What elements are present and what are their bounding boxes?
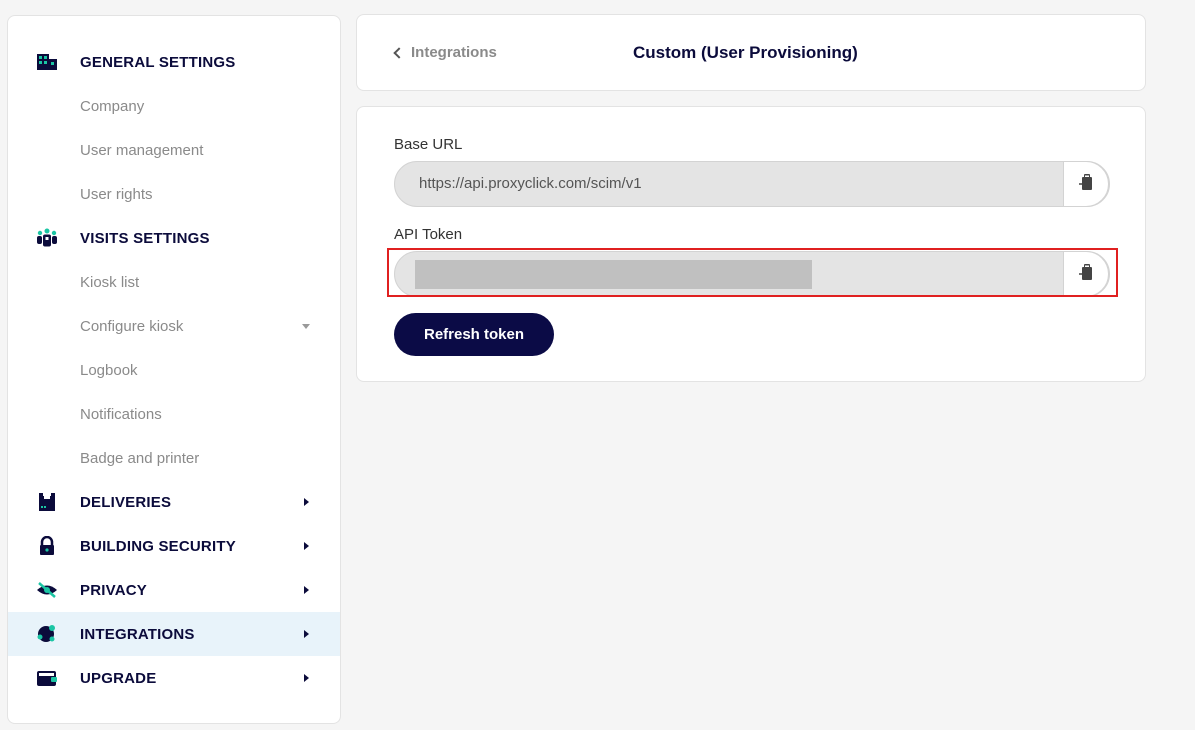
chevron-right-icon xyxy=(304,630,309,638)
sidebar-item-label: Kiosk list xyxy=(80,273,140,291)
sidebar-item-label: Company xyxy=(80,97,145,115)
sidebar-item-label: User management xyxy=(80,141,204,159)
sidebar-item-notifications[interactable]: Notifications xyxy=(8,392,340,436)
refresh-token-button[interactable]: Refresh token xyxy=(394,313,554,356)
highlight-box xyxy=(387,248,1118,297)
sidebar-item-privacy[interactable]: PRIVACY xyxy=(8,568,340,612)
sidebar-item-label: INTEGRATIONS xyxy=(80,625,195,643)
sidebar-item-general-settings[interactable]: GENERAL SETTINGS xyxy=(8,40,340,84)
sidebar-item-company[interactable]: Company xyxy=(8,84,340,128)
puzzle-icon xyxy=(36,623,58,645)
sidebar-item-label: User rights xyxy=(80,185,153,203)
chevron-right-icon xyxy=(304,498,309,506)
sidebar-item-kiosk-list[interactable]: Kiosk list xyxy=(8,260,340,304)
eye-slash-icon xyxy=(36,579,58,601)
wallet-icon xyxy=(36,667,58,689)
sidebar-item-integrations[interactable]: INTEGRATIONS xyxy=(8,612,340,656)
sidebar-item-configure-kiosk[interactable]: Configure kiosk xyxy=(8,304,340,348)
building-icon xyxy=(36,51,58,73)
base-url-label: Base URL xyxy=(394,136,463,153)
copy-base-url-button[interactable] xyxy=(1063,161,1109,207)
base-url-value: https://api.proxyclick.com/scim/v1 xyxy=(419,175,642,192)
sidebar-item-label: UPGRADE xyxy=(80,669,157,687)
sidebar-item-label: Notifications xyxy=(80,405,162,423)
page-title: Custom (User Provisioning) xyxy=(633,43,858,62)
sidebar-item-visits-settings[interactable]: VISITS SETTINGS xyxy=(8,216,340,260)
sidebar-item-label: BUILDING SECURITY xyxy=(80,537,236,555)
people-icon xyxy=(36,227,58,249)
sidebar-item-label: GENERAL SETTINGS xyxy=(80,53,236,71)
sidebar-item-label: Badge and printer xyxy=(80,449,200,467)
sidebar-item-label: DELIVERIES xyxy=(80,493,172,511)
lock-icon xyxy=(36,535,58,557)
back-to-integrations-link[interactable]: Integrations xyxy=(393,44,497,61)
chevron-right-icon xyxy=(304,674,309,682)
sidebar-item-label: Configure kiosk xyxy=(80,317,184,335)
settings-sidebar: GENERAL SETTINGS Company User management… xyxy=(7,15,341,724)
sidebar-item-deliveries[interactable]: DELIVERIES xyxy=(8,480,340,524)
sidebar-item-label: Logbook xyxy=(80,361,138,379)
chevron-left-icon xyxy=(393,47,405,59)
sidebar-item-label: VISITS SETTINGS xyxy=(80,229,210,247)
chevron-right-icon xyxy=(304,586,309,594)
base-url-field[interactable]: https://api.proxyclick.com/scim/v1 xyxy=(394,161,1110,207)
sidebar-item-user-management[interactable]: User management xyxy=(8,128,340,172)
back-link-label: Integrations xyxy=(411,44,497,61)
sidebar-item-upgrade[interactable]: UPGRADE xyxy=(8,656,340,700)
package-icon xyxy=(36,491,58,513)
page-header: Integrations Custom (User Provisioning) xyxy=(356,14,1146,91)
api-token-label: API Token xyxy=(394,226,463,243)
sidebar-item-badge-and-printer[interactable]: Badge and printer xyxy=(8,436,340,480)
sidebar-item-building-security[interactable]: BUILDING SECURITY xyxy=(8,524,340,568)
chevron-down-icon xyxy=(302,323,310,329)
chevron-right-icon xyxy=(304,542,309,550)
provisioning-form: Base URL https://api.proxyclick.com/scim… xyxy=(356,106,1146,382)
sidebar-item-label: PRIVACY xyxy=(80,581,147,599)
sidebar-item-user-rights[interactable]: User rights xyxy=(8,172,340,216)
sidebar-item-logbook[interactable]: Logbook xyxy=(8,348,340,392)
clipboard-icon xyxy=(1078,173,1094,196)
